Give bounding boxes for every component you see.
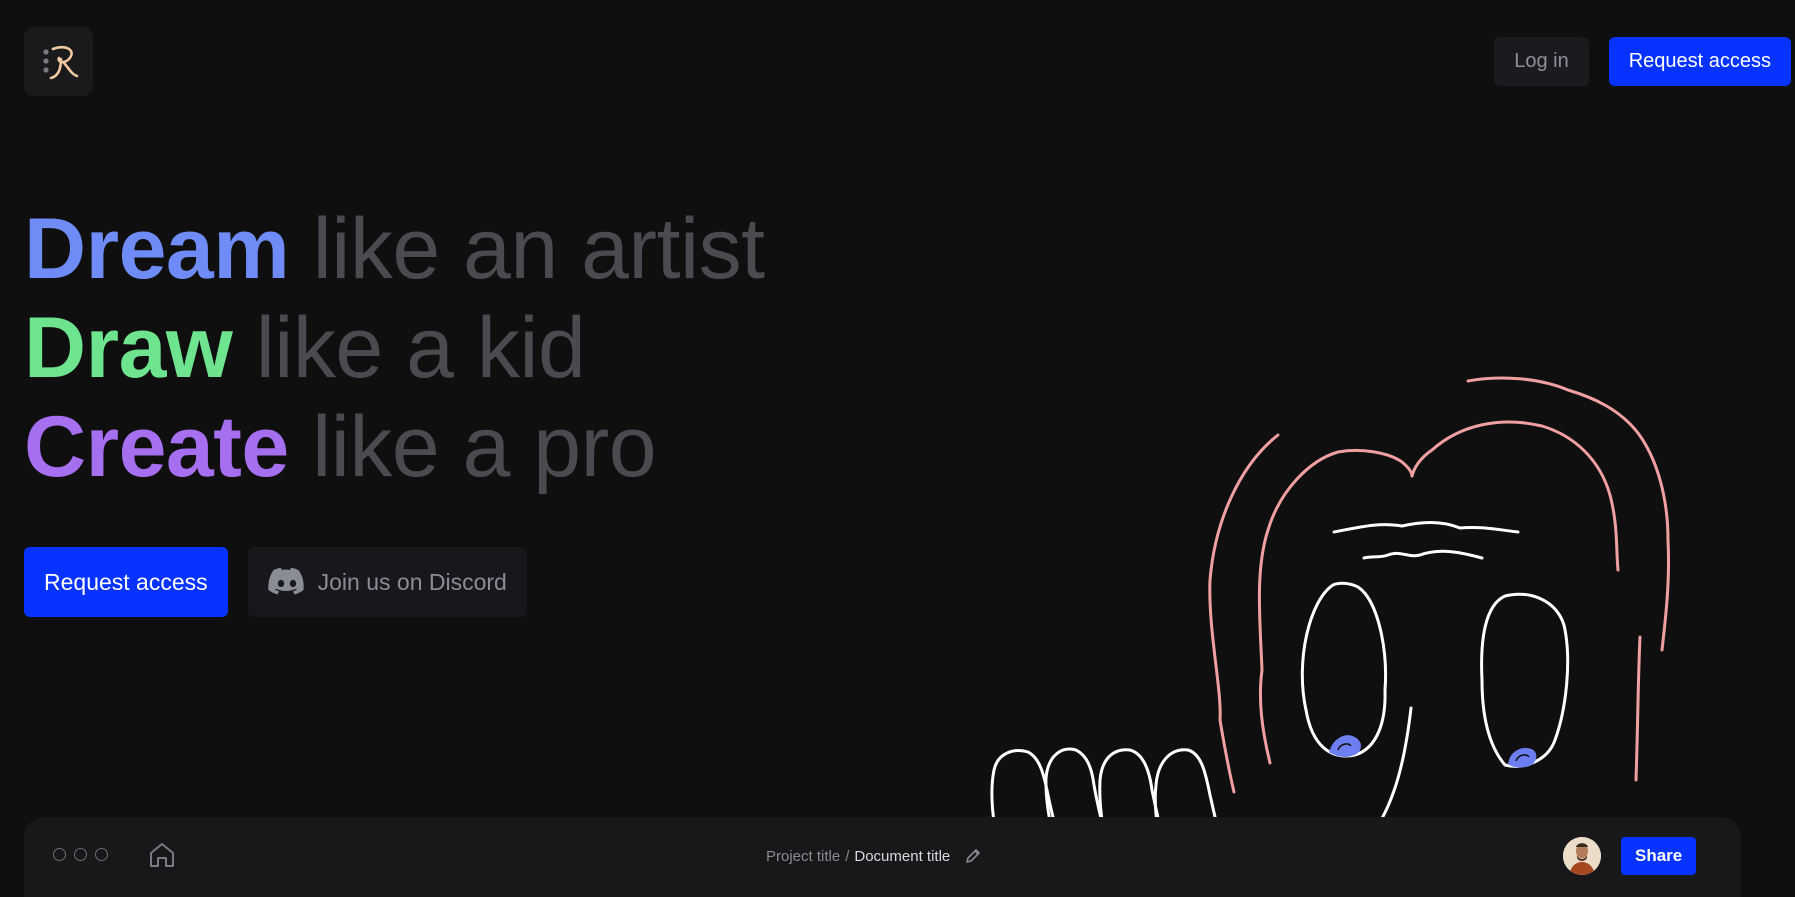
doodle-eyebrows — [1332, 521, 1520, 560]
doodle-illustration — [990, 376, 1671, 881]
window-dot-icon[interactable] — [74, 848, 87, 861]
avatar[interactable] — [1563, 837, 1601, 875]
editor-toolbar: Project title / Document title Share — [24, 817, 1741, 897]
document-title[interactable]: Document title — [854, 848, 950, 865]
pencil-icon[interactable] — [964, 847, 982, 865]
home-icon[interactable] — [147, 840, 177, 870]
user-avatar-icon — [1563, 837, 1601, 875]
share-button[interactable]: Share — [1621, 837, 1697, 875]
doodle-hair — [1208, 376, 1671, 794]
project-title[interactable]: Project title — [766, 848, 840, 865]
breadcrumb-separator: / — [845, 847, 850, 865]
window-dot-icon[interactable] — [95, 848, 108, 861]
window-controls — [53, 848, 108, 861]
window-dot-icon[interactable] — [53, 848, 66, 861]
breadcrumb: Project title / Document title — [766, 847, 982, 865]
